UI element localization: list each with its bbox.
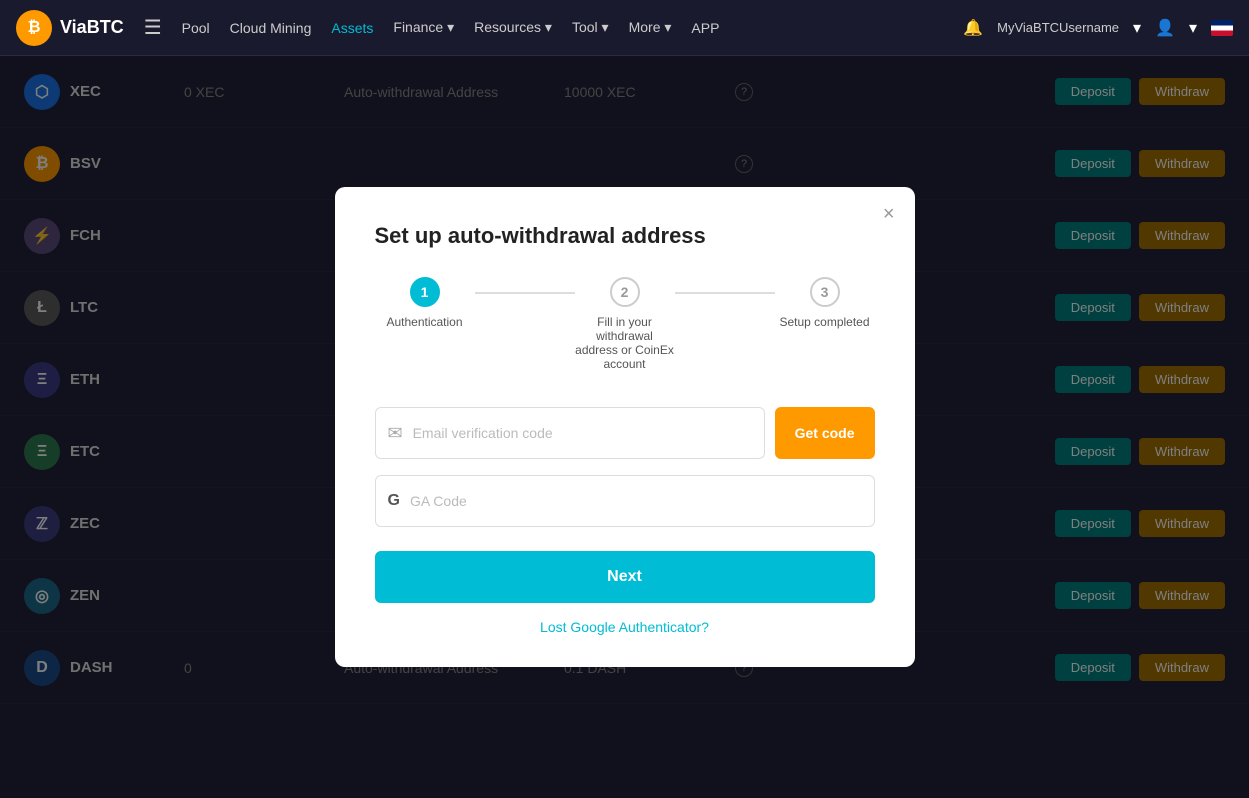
- bell-icon[interactable]: 🔔: [963, 18, 983, 38]
- step-2-label: Fill in your withdrawal address or CoinE…: [575, 315, 675, 371]
- email-icon: ✉: [388, 423, 403, 444]
- step-connector-2: [675, 292, 775, 294]
- nav-assets[interactable]: Assets: [331, 20, 373, 36]
- lost-authenticator-link[interactable]: Lost Google Authenticator?: [375, 619, 875, 635]
- step-3: 3 Setup completed: [775, 277, 875, 329]
- hamburger-menu[interactable]: ☰: [144, 15, 162, 40]
- logo-icon: ₿: [16, 10, 52, 46]
- nav-more[interactable]: More ▾: [629, 19, 672, 36]
- ga-input-group: G: [375, 475, 875, 527]
- language-flag[interactable]: [1211, 20, 1233, 36]
- nav-cloud-mining[interactable]: Cloud Mining: [230, 20, 312, 36]
- user-icon[interactable]: 👤: [1155, 18, 1175, 38]
- navbar: ₿ ViaBTC ☰ Pool Cloud Mining Assets Fina…: [0, 0, 1249, 56]
- nav-resources[interactable]: Resources ▾: [474, 19, 552, 36]
- step-1: 1 Authentication: [375, 277, 475, 329]
- logo: ₿ ViaBTC: [16, 10, 124, 46]
- modal-title: Set up auto-withdrawal address: [375, 223, 875, 249]
- email-verification-input[interactable]: [413, 425, 752, 441]
- main-content: ⬡ XEC 0 XEC Auto-withdrawal Address 1000…: [0, 56, 1249, 798]
- email-row: ✉ Get code: [375, 407, 875, 459]
- ga-icon: G: [388, 492, 400, 510]
- step-connector-1: [475, 292, 575, 294]
- logo-text: ViaBTC: [60, 17, 124, 38]
- step-2-circle: 2: [610, 277, 640, 307]
- next-button[interactable]: Next: [375, 551, 875, 603]
- get-code-button[interactable]: Get code: [775, 407, 875, 459]
- ga-code-input[interactable]: [410, 493, 862, 509]
- nav-right: 🔔 MyViaBTCUsername ▾ 👤 ▾: [963, 18, 1233, 38]
- step-2: 2 Fill in your withdrawal address or Coi…: [575, 277, 675, 371]
- nav-tool[interactable]: Tool ▾: [572, 19, 609, 36]
- nav-app[interactable]: APP: [691, 20, 719, 36]
- modal: × Set up auto-withdrawal address 1 Authe…: [335, 187, 915, 667]
- nav-finance[interactable]: Finance ▾: [393, 19, 454, 36]
- chevron-down-icon-2: ▾: [1189, 18, 1197, 38]
- step-3-circle: 3: [810, 277, 840, 307]
- steps-container: 1 Authentication 2 Fill in your withdraw…: [375, 277, 875, 371]
- step-1-circle: 1: [410, 277, 440, 307]
- step-3-label: Setup completed: [779, 315, 869, 329]
- email-input-group: ✉: [375, 407, 765, 459]
- modal-overlay: × Set up auto-withdrawal address 1 Authe…: [0, 56, 1249, 798]
- chevron-down-icon: ▾: [1133, 18, 1141, 38]
- nav-links: Pool Cloud Mining Assets Finance ▾ Resou…: [182, 19, 944, 36]
- username-label[interactable]: MyViaBTCUsername: [997, 20, 1119, 35]
- nav-pool[interactable]: Pool: [182, 20, 210, 36]
- modal-close-button[interactable]: ×: [883, 203, 895, 226]
- step-1-label: Authentication: [386, 315, 462, 329]
